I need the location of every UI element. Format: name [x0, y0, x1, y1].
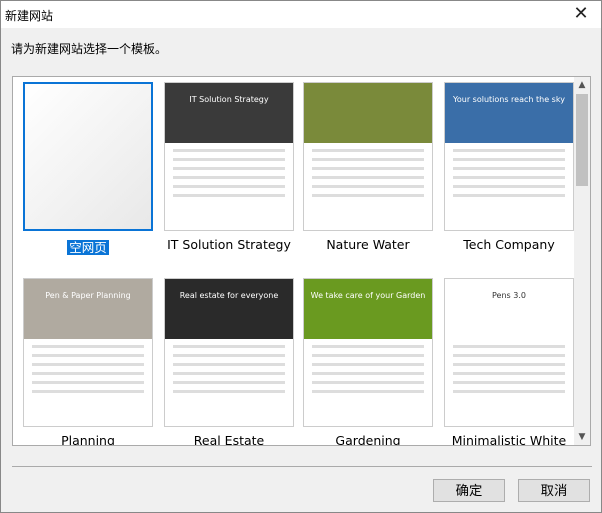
template-item[interactable]: Pen & Paper Planning Planning — [23, 278, 153, 446]
template-thumbnail: Pens 3.0 — [444, 278, 574, 427]
scrollbar[interactable]: ▲ ▼ — [574, 77, 590, 445]
template-label: Nature Water — [326, 237, 410, 252]
template-thumbnail: Your solutions reach the sky — [444, 82, 574, 231]
template-label: Tech Company — [463, 237, 555, 252]
template-label: Gardening — [335, 433, 401, 446]
window-title: 新建网站 — [5, 9, 54, 23]
template-item[interactable]: We take care of your Garden Gardening — [303, 278, 433, 446]
scroll-down-icon[interactable]: ▼ — [574, 429, 590, 445]
template-item[interactable]: Your solutions reach the sky Tech Company — [444, 82, 574, 252]
template-thumbnail: Pen & Paper Planning — [23, 278, 153, 427]
thumbnail-heading: We take care of your Garden — [304, 279, 432, 339]
divider — [12, 466, 592, 467]
template-item[interactable]: IT Solution Strategy IT Solution Strategy — [164, 82, 294, 252]
cancel-button[interactable]: 取消 — [518, 479, 590, 502]
thumbnail-heading: Pens 3.0 — [445, 279, 573, 339]
scroll-up-icon[interactable]: ▲ — [574, 77, 590, 93]
template-thumbnail — [303, 82, 433, 231]
scrollbar-thumb[interactable] — [576, 94, 588, 186]
template-item[interactable]: Real estate for everyone Real Estate — [164, 278, 294, 446]
ok-button[interactable]: 确定 — [433, 479, 505, 502]
template-item[interactable]: Nature Water — [303, 82, 433, 252]
template-thumbnail: Real estate for everyone — [164, 278, 294, 427]
thumbnail-heading — [304, 83, 432, 143]
template-label: Real Estate — [193, 433, 265, 446]
thumbnail-heading: Real estate for everyone — [165, 279, 293, 339]
title-bar: 新建网站 ✕ — [1, 1, 601, 28]
template-item[interactable]: 空网页 — [23, 82, 153, 256]
prompt-label: 请为新建网站选择一个模板。 — [11, 42, 168, 56]
template-thumbnail: IT Solution Strategy — [164, 82, 294, 231]
close-icon[interactable]: ✕ — [569, 3, 593, 24]
template-thumbnail: We take care of your Garden — [303, 278, 433, 427]
template-label: Minimalistic White — [451, 433, 567, 446]
template-list[interactable]: Pens 3.0 Minimalistic White We take care o… — [12, 76, 591, 446]
template-thumbnail — [23, 82, 153, 231]
thumbnail-heading: IT Solution Strategy — [165, 83, 293, 143]
template-label: 空网页 — [67, 240, 109, 255]
thumbnail-heading: Pen & Paper Planning — [24, 279, 152, 339]
template-label: Planning — [61, 433, 115, 446]
thumbnail-heading: Your solutions reach the sky — [445, 83, 573, 143]
template-item[interactable]: Pens 3.0 Minimalistic White — [444, 278, 574, 446]
template-label: IT Solution Strategy — [167, 237, 291, 252]
